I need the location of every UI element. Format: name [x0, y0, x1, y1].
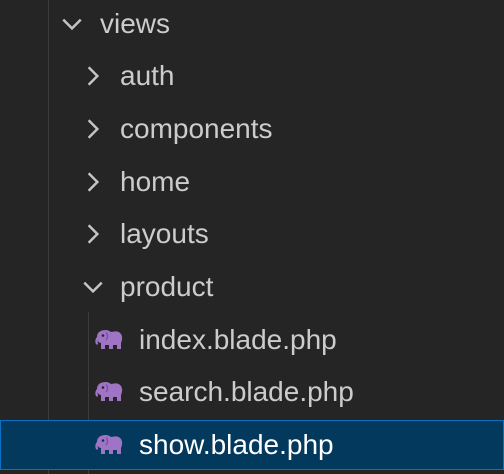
chevron-right-icon: [87, 224, 100, 244]
chevron-down-icon: [62, 18, 82, 31]
folder-label: product: [120, 271, 214, 302]
chevron-right-icon: [87, 119, 100, 139]
folder-label: home: [120, 166, 191, 197]
chevron-right-icon: [87, 172, 100, 192]
folder-auth[interactable]: auth: [0, 50, 504, 102]
file-index-blade-php[interactable]: index.blade.php: [0, 314, 504, 366]
folder-home[interactable]: home: [0, 156, 504, 208]
php-elephant-icon: [95, 330, 123, 349]
folder-views[interactable]: views: [0, 0, 504, 50]
file-search-blade-php[interactable]: search.blade.php: [0, 366, 504, 418]
folder-components[interactable]: components: [0, 103, 504, 155]
file-label: index.blade.php: [139, 324, 337, 355]
file-label: search.blade.php: [139, 376, 354, 407]
folder-label: views: [100, 8, 171, 39]
file-explorer-tree: views auth components home layouts produ…: [0, 0, 504, 474]
php-elephant-icon: [95, 382, 123, 401]
file-show-blade-php[interactable]: show.blade.php: [0, 420, 504, 470]
file-label: show.blade.php: [139, 429, 334, 460]
chevron-right-icon: [87, 66, 100, 86]
folder-label: auth: [120, 60, 175, 91]
folder-layouts[interactable]: layouts: [0, 208, 504, 260]
folder-label: layouts: [120, 218, 209, 249]
folder-product[interactable]: product: [0, 261, 504, 313]
folder-label: components: [120, 113, 273, 144]
chevron-down-icon: [83, 281, 103, 294]
php-elephant-icon: [95, 435, 123, 454]
